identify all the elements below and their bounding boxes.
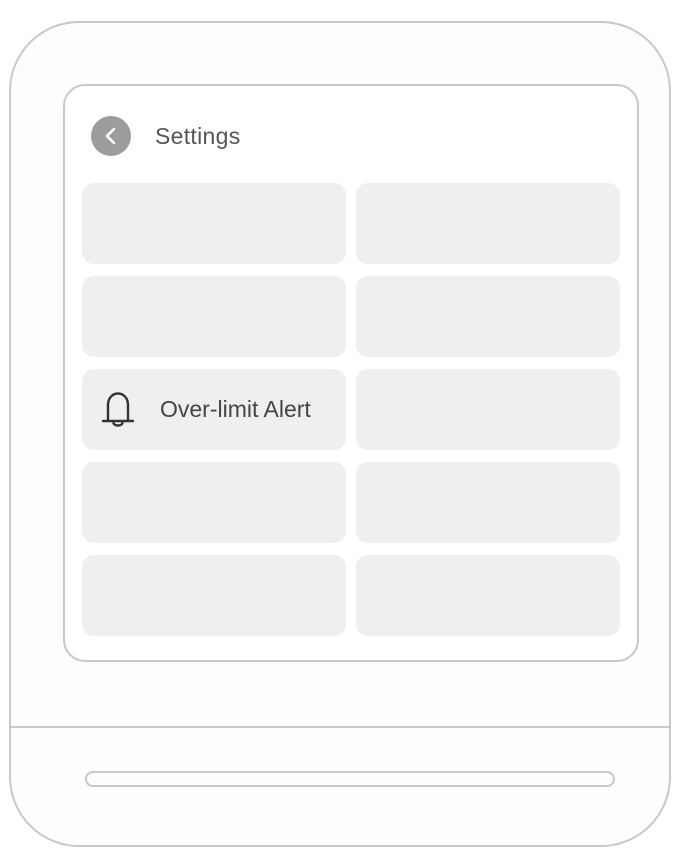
settings-tile-6[interactable] [356, 369, 620, 450]
settings-tile-4[interactable] [356, 276, 620, 357]
settings-tile-7[interactable] [82, 462, 346, 543]
tile-label: Over-limit Alert [160, 396, 311, 422]
device-divider [11, 726, 669, 728]
device-frame: Settings Over-limit Alert [9, 21, 671, 847]
chevron-left-icon [103, 126, 119, 146]
handle-bar [85, 771, 615, 787]
header: Settings [91, 116, 241, 156]
settings-tile-8[interactable] [356, 462, 620, 543]
settings-tile-1[interactable] [82, 183, 346, 264]
over-limit-alert-tile[interactable]: Over-limit Alert [82, 369, 346, 450]
settings-tile-10[interactable] [356, 555, 620, 636]
settings-tile-9[interactable] [82, 555, 346, 636]
screen: Settings Over-limit Alert [63, 84, 639, 662]
settings-tile-3[interactable] [82, 276, 346, 357]
settings-grid: Over-limit Alert [82, 183, 622, 636]
bell-icon [100, 388, 136, 432]
settings-tile-2[interactable] [356, 183, 620, 264]
page-title: Settings [155, 122, 241, 149]
back-button[interactable] [91, 116, 131, 156]
